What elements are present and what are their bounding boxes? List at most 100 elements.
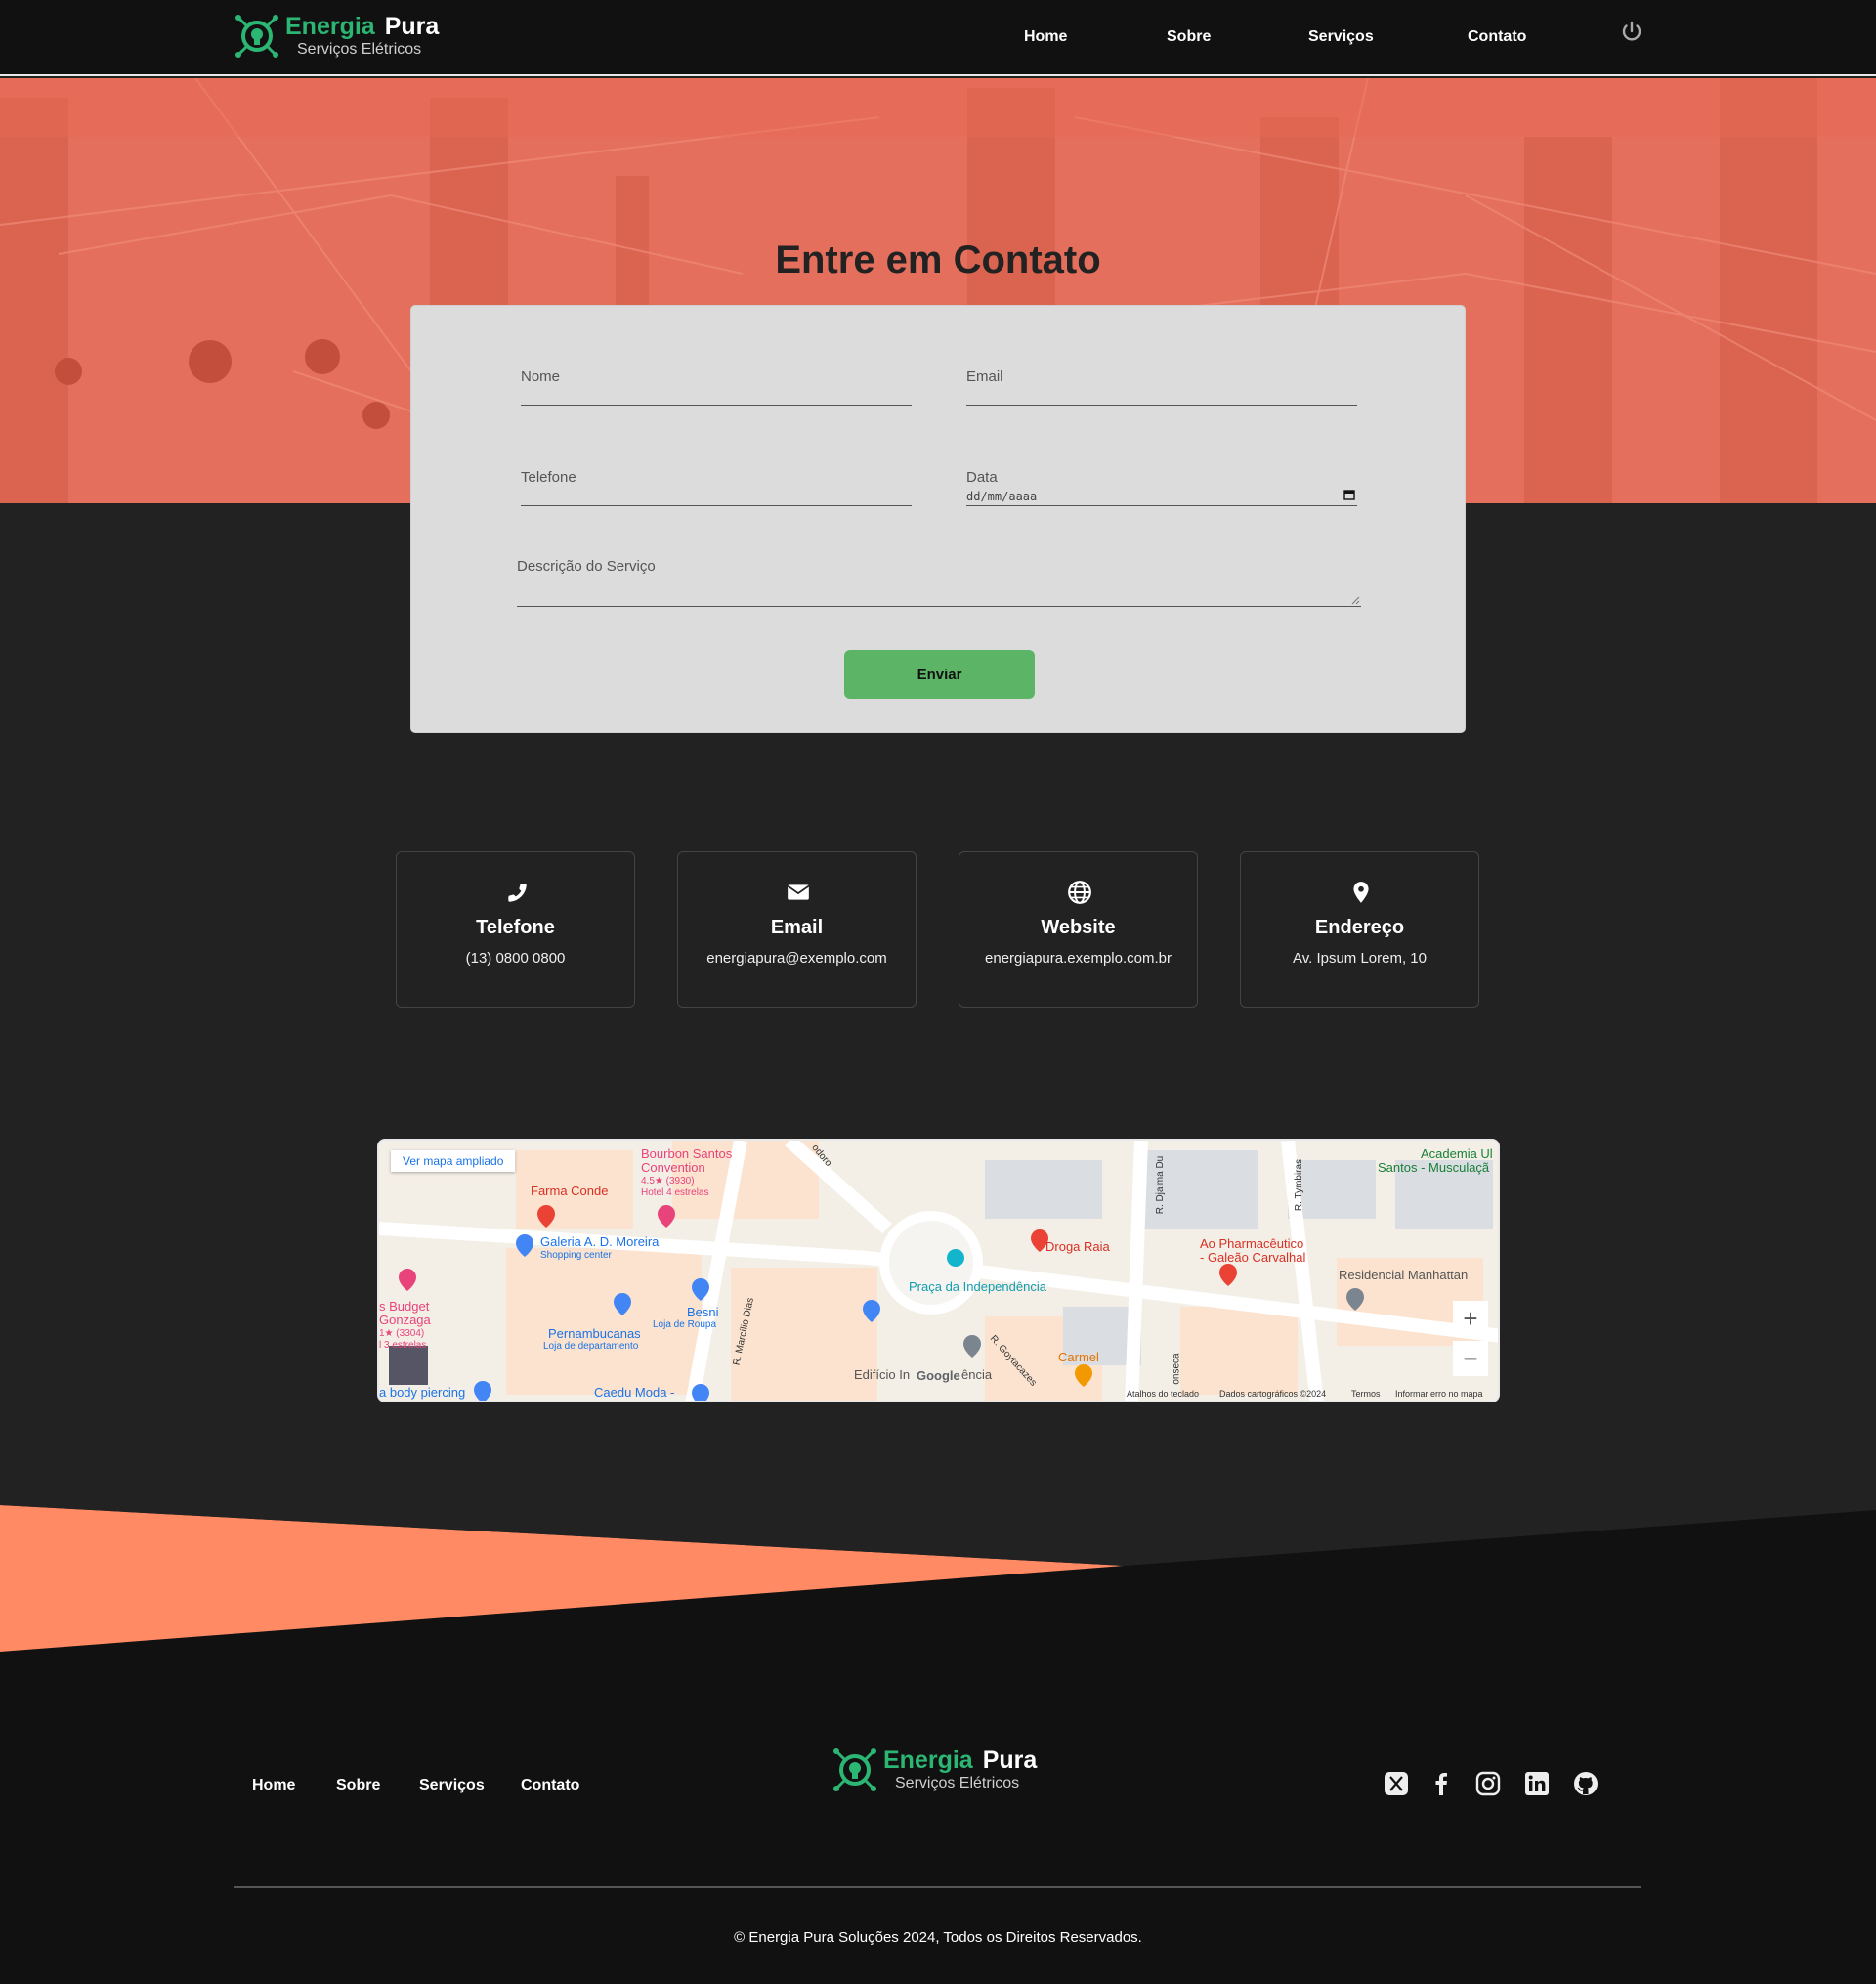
card-title: Website: [1041, 917, 1116, 938]
brand-name-green: Energia: [883, 1747, 973, 1774]
location-pin-icon: [1353, 882, 1369, 903]
embedded-map[interactable]: Ver mapa ampliado Bourbon Santos Convent…: [377, 1139, 1500, 1402]
map-label: Carmel: [1058, 1350, 1099, 1364]
map-label: - Galeão Carvalhal: [1200, 1250, 1306, 1265]
footer-divider: [234, 1886, 1642, 1888]
brand-tagline: Serviços Elétricos: [895, 1775, 1020, 1791]
card-title: Email: [770, 917, 824, 938]
card-value: energiapura.exemplo.com.br: [985, 950, 1172, 967]
facebook-icon[interactable]: [1428, 1771, 1454, 1796]
zoom-out-button[interactable]: −: [1453, 1341, 1488, 1376]
map-label: Ao Pharmacêutico: [1200, 1236, 1304, 1251]
date-placeholder: dd/mm/aaaa: [966, 490, 1038, 503]
footer-link-home[interactable]: Home: [252, 1777, 295, 1794]
name-label: Nome: [521, 368, 561, 385]
card-value: (13) 0800 0800: [465, 950, 566, 967]
card-title: Endereço: [1314, 917, 1405, 938]
map-label: s Budget: [379, 1299, 430, 1314]
email-field[interactable]: Email: [966, 355, 1357, 406]
footer-link-servicos[interactable]: Serviços: [419, 1777, 485, 1794]
brand-tagline: Serviços Elétricos: [297, 41, 422, 58]
nav-home[interactable]: Home: [1024, 28, 1067, 46]
card-value: Av. Ipsum Lorem, 10: [1292, 950, 1427, 967]
submit-button[interactable]: Enviar: [844, 650, 1035, 699]
footer-link-sobre[interactable]: Sobre: [336, 1777, 380, 1794]
map-label: Bourbon Santos: [641, 1146, 733, 1161]
card-value: energiapura@exemplo.com: [706, 950, 887, 967]
footer-link-contato[interactable]: Contato: [521, 1777, 579, 1794]
brand-name-white: Pura: [982, 1747, 1038, 1774]
date-label: Data: [966, 469, 998, 486]
map-label: Gonzaga: [379, 1313, 431, 1327]
map-label: a body piercing: [379, 1385, 466, 1400]
instagram-icon[interactable]: [1475, 1771, 1501, 1796]
map-label: R. Tymbiras: [1294, 1158, 1305, 1212]
map-label: 4.5★ (3930): [641, 1176, 695, 1186]
phone-label: Telefone: [521, 469, 576, 486]
map-tiles: [379, 1141, 1498, 1401]
envelope-icon: [787, 884, 810, 900]
phone-field[interactable]: Telefone: [521, 455, 912, 506]
map-label: Edifício In: [854, 1367, 911, 1382]
page-title: Entre em Contato: [775, 238, 1101, 281]
description-label: Descrição do Serviço: [517, 558, 656, 575]
date-field[interactable]: Data dd/mm/aaaa: [966, 455, 1357, 506]
map-label: Galeria A. D. Moreira: [540, 1234, 660, 1249]
lightbulb-circuit-icon: [833, 1748, 876, 1791]
globe-icon: [1068, 881, 1091, 904]
map-label: Pernambucanas: [548, 1326, 641, 1341]
map-label: Shopping center: [540, 1250, 612, 1261]
map-label: Besni: [687, 1305, 719, 1319]
nav-servicos[interactable]: Serviços: [1308, 28, 1374, 46]
power-icon[interactable]: [1620, 21, 1643, 44]
name-field[interactable]: Nome: [521, 355, 912, 406]
map-label: Hotel 4 estrelas: [641, 1187, 709, 1198]
navbar: Energia Pura Serviços Elétricos Home Sobr…: [0, 0, 1876, 76]
street-view-thumbnail: [389, 1346, 428, 1385]
card-title: Telefone: [476, 917, 555, 938]
phone-icon: [508, 884, 527, 902]
zoom-in-button[interactable]: +: [1453, 1301, 1488, 1336]
map-label: Loja de Roupa: [653, 1319, 717, 1330]
map-label: Praça da Independência: [909, 1279, 1046, 1294]
map-label: 1★ (3304): [379, 1328, 425, 1339]
terms-link[interactable]: Termos: [1351, 1389, 1381, 1399]
brand-logo[interactable]: Energia Pura Serviços Elétricos: [234, 14, 439, 59]
google-logo: Google: [917, 1368, 960, 1383]
contact-card-address: Endereço Av. Ipsum Lorem, 10: [1240, 851, 1479, 1008]
map-label: Convention: [641, 1160, 705, 1175]
map-label: ência: [961, 1367, 993, 1382]
lightbulb-circuit-icon: [235, 15, 278, 58]
nav-sobre[interactable]: Sobre: [1167, 28, 1211, 46]
map-label: Santos - Musculaçã: [1378, 1160, 1490, 1175]
footer-brand-logo[interactable]: Energia Pura Serviços Elétricos: [832, 1747, 1037, 1792]
footer-wave-divider: [0, 1505, 1876, 1661]
brand-name-white: Pura: [384, 13, 440, 40]
github-icon[interactable]: [1573, 1771, 1599, 1796]
contact-card-email: Email energiapura@exemplo.com: [677, 851, 917, 1008]
map-label: Loja de departamento: [543, 1341, 639, 1352]
map-label: Caedu Moda -: [594, 1385, 675, 1400]
description-textarea[interactable]: Descrição do Serviço: [517, 546, 1361, 607]
map-label: Residencial Manhattan: [1339, 1268, 1469, 1282]
map-data-credit: Dados cartográficos ©2024: [1219, 1389, 1327, 1399]
copyright-text: © Energia Pura Soluções 2024, Todos os D…: [734, 1929, 1142, 1946]
map-label: onseca: [1171, 1353, 1182, 1385]
resize-handle-icon[interactable]: [1350, 595, 1360, 605]
report-error-link[interactable]: Informar erro no mapa: [1395, 1389, 1483, 1399]
map-label: Farma Conde: [531, 1184, 609, 1198]
map-label: R. Djalma Du: [1155, 1155, 1167, 1215]
x-icon[interactable]: [1384, 1771, 1409, 1796]
linkedin-icon[interactable]: [1524, 1771, 1550, 1796]
map-label: Academia Ul: [1421, 1146, 1493, 1161]
keyboard-shortcuts-link[interactable]: Atalhos do teclado: [1127, 1389, 1199, 1399]
map-label: Droga Raia: [1045, 1239, 1110, 1254]
brand-name-green: Energia: [285, 13, 375, 40]
enlarge-map-link[interactable]: Ver mapa ampliado: [391, 1150, 516, 1172]
contact-card-phone: Telefone (13) 0800 0800: [396, 851, 635, 1008]
nav-contato[interactable]: Contato: [1468, 28, 1526, 46]
contact-card-website: Website energiapura.exemplo.com.br: [959, 851, 1198, 1008]
calendar-icon[interactable]: [1343, 489, 1355, 500]
email-label: Email: [966, 368, 1003, 385]
contact-form: Nome Email Telefone Data dd/mm/aaaa Desc…: [410, 305, 1466, 733]
